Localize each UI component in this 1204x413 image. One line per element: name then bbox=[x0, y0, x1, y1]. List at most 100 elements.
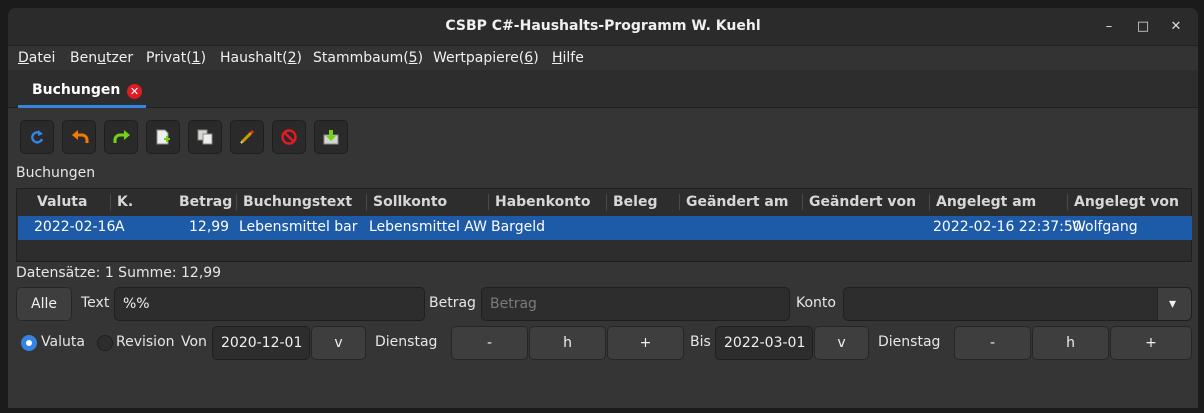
menu-benutzer-text-rest: tzer bbox=[105, 50, 134, 66]
new-button[interactable] bbox=[146, 120, 180, 154]
copy-button[interactable] bbox=[188, 120, 222, 154]
konto-combobox[interactable]: ▾ bbox=[843, 287, 1192, 321]
undo-button[interactable] bbox=[62, 120, 96, 154]
radio-revision[interactable] bbox=[97, 335, 113, 351]
from-date-input[interactable]: 2020-12-01 bbox=[212, 326, 310, 360]
menu-stammbaum[interactable]: Stammbaum(5) bbox=[313, 50, 423, 66]
from-plus-button[interactable]: + bbox=[607, 326, 684, 360]
cell-habenkonto: Bargeld bbox=[491, 219, 545, 235]
konto-dropdown-button[interactable]: ▾ bbox=[1157, 288, 1191, 320]
radio-valuta[interactable] bbox=[21, 335, 37, 351]
konto-label: Konto bbox=[796, 295, 836, 311]
cell-angelegt-am: 2022-02-16 22:37:50 bbox=[933, 219, 1082, 235]
tab-bar: Buchungen ✕ bbox=[8, 70, 1198, 108]
menu-haushalt-text: Haushalt( bbox=[220, 50, 288, 66]
text-filter-input[interactable]: %% bbox=[114, 287, 425, 321]
menu-stammbaum-text-rest: ) bbox=[417, 50, 424, 66]
menu-datei-text-rest: atei bbox=[28, 50, 56, 66]
maximize-button[interactable]: □ bbox=[1132, 16, 1154, 38]
close-window-button[interactable]: ✕ bbox=[1165, 16, 1187, 38]
column-header-angelegt-am[interactable]: Angelegt am bbox=[929, 194, 1036, 210]
column-header-k[interactable]: K. bbox=[110, 194, 133, 210]
to-plus-button[interactable]: + bbox=[1110, 326, 1192, 360]
tab-buchungen[interactable]: Buchungen ✕ bbox=[18, 74, 146, 108]
menu-haushalt[interactable]: Haushalt(2) bbox=[220, 50, 302, 66]
menu-hilfe-text-rest: ilfe bbox=[562, 50, 584, 66]
menu-benutzer-text: Ben bbox=[70, 50, 98, 66]
to-h-button[interactable]: h bbox=[1032, 326, 1109, 360]
from-h-button[interactable]: h bbox=[529, 326, 606, 360]
refresh-button[interactable] bbox=[20, 120, 54, 154]
menu-privat-text: Privat( bbox=[146, 50, 192, 66]
cell-k: A bbox=[115, 219, 125, 235]
redo-icon bbox=[113, 130, 130, 143]
from-weekday: Dienstag bbox=[375, 334, 438, 350]
cell-betrag: 12,99 bbox=[189, 219, 230, 235]
menu-privat-text-rest: ) bbox=[200, 50, 207, 66]
to-minus-button[interactable]: - bbox=[954, 326, 1031, 360]
betrag-input[interactable]: Betrag bbox=[481, 287, 790, 321]
column-header-geaendert-von[interactable]: Geändert von bbox=[802, 194, 916, 210]
column-header-angelegt-von[interactable]: Angelegt von bbox=[1067, 194, 1179, 210]
bis-label: Bis bbox=[690, 334, 711, 350]
bookings-table: Valuta K. Betrag Buchungstext Sollkonto … bbox=[16, 188, 1192, 262]
menu-wertpapiere-mnemonic: 6 bbox=[524, 50, 534, 66]
app-window: CSBP C#-Haushalts-Programm W. Kuehl – □ … bbox=[8, 8, 1198, 408]
to-date-input[interactable]: 2022-03-01 bbox=[715, 326, 813, 360]
edit-button[interactable] bbox=[230, 120, 264, 154]
menu-haushalt-text-rest: ) bbox=[296, 50, 302, 66]
column-header-beleg[interactable]: Beleg bbox=[606, 194, 657, 210]
refresh-icon bbox=[31, 130, 44, 144]
edit-pencil-icon bbox=[240, 129, 255, 144]
menu-stammbaum-text: Stammbaum( bbox=[313, 50, 409, 66]
menu-datei-mnemonic: D bbox=[18, 50, 29, 66]
column-header-valuta[interactable]: Valuta bbox=[37, 194, 87, 210]
menu-datei[interactable]: Datei bbox=[18, 50, 55, 66]
menu-benutzer[interactable]: Benutzer bbox=[70, 50, 133, 66]
menu-wertpapiere-text: Wertpapiere( bbox=[433, 50, 525, 66]
copy-icon bbox=[197, 129, 213, 145]
window-title: CSBP C#-Haushalts-Programm W. Kuehl bbox=[445, 18, 761, 34]
redo-button[interactable] bbox=[104, 120, 138, 154]
delete-button[interactable] bbox=[272, 120, 306, 154]
cell-angelegt-von: Wolfgang bbox=[1072, 219, 1138, 235]
menu-haushalt-mnemonic: 2 bbox=[287, 50, 297, 66]
new-document-icon bbox=[156, 129, 170, 145]
table-row[interactable]: 2022-02-16 A 12,99 Lebensmittel bar Lebe… bbox=[18, 216, 1192, 240]
column-header-betrag[interactable]: Betrag bbox=[179, 194, 232, 210]
all-button[interactable]: Alle bbox=[16, 287, 72, 321]
menu-wertpapiere-text-rest: ) bbox=[533, 50, 539, 66]
chevron-down-icon: ▾ bbox=[1169, 296, 1177, 312]
to-v-button[interactable]: v bbox=[814, 326, 869, 360]
status-summary: Datensätze: 1 Summe: 12,99 bbox=[16, 265, 222, 281]
delete-icon bbox=[281, 129, 297, 145]
minimize-button[interactable]: – bbox=[1098, 16, 1120, 38]
menu-privat[interactable]: Privat(1) bbox=[146, 50, 206, 66]
menu-stammbaum-mnemonic: 5 bbox=[408, 50, 418, 66]
column-header-buchungstext[interactable]: Buchungstext bbox=[236, 194, 352, 210]
menu-privat-mnemonic: 1 bbox=[191, 50, 201, 66]
von-label: Von bbox=[181, 334, 207, 350]
tab-buchungen-label: Buchungen bbox=[32, 82, 121, 98]
from-v-button[interactable]: v bbox=[311, 326, 366, 360]
menu-bar: Datei Benutzer Privat(1) Haushalt(2) Sta… bbox=[8, 46, 1198, 70]
export-icon bbox=[323, 130, 339, 145]
tab-close-icon[interactable]: ✕ bbox=[127, 84, 142, 99]
undo-icon bbox=[72, 130, 89, 143]
cell-buchungstext: Lebensmittel bar bbox=[239, 219, 358, 235]
column-header-geaendert-am[interactable]: Geändert am bbox=[679, 194, 788, 210]
radio-valuta-label: Valuta bbox=[41, 334, 85, 350]
menu-hilfe[interactable]: Hilfe bbox=[552, 50, 584, 66]
cell-sollkonto: Lebensmittel AW bbox=[369, 219, 487, 235]
menu-hilfe-mnemonic: H bbox=[552, 50, 563, 66]
from-minus-button[interactable]: - bbox=[451, 326, 528, 360]
column-header-sollkonto[interactable]: Sollkonto bbox=[366, 194, 447, 210]
menu-benutzer-mnemonic: u bbox=[97, 50, 106, 66]
menu-wertpapiere[interactable]: Wertpapiere(6) bbox=[433, 50, 539, 66]
radio-revision-label: Revision bbox=[116, 334, 175, 350]
export-button[interactable] bbox=[314, 120, 348, 154]
text-label: Text bbox=[81, 295, 110, 311]
cell-valuta: 2022-02-16 bbox=[34, 219, 116, 235]
title-bar[interactable]: CSBP C#-Haushalts-Programm W. Kuehl – □ … bbox=[8, 8, 1198, 46]
column-header-habenkonto[interactable]: Habenkonto bbox=[488, 194, 590, 210]
